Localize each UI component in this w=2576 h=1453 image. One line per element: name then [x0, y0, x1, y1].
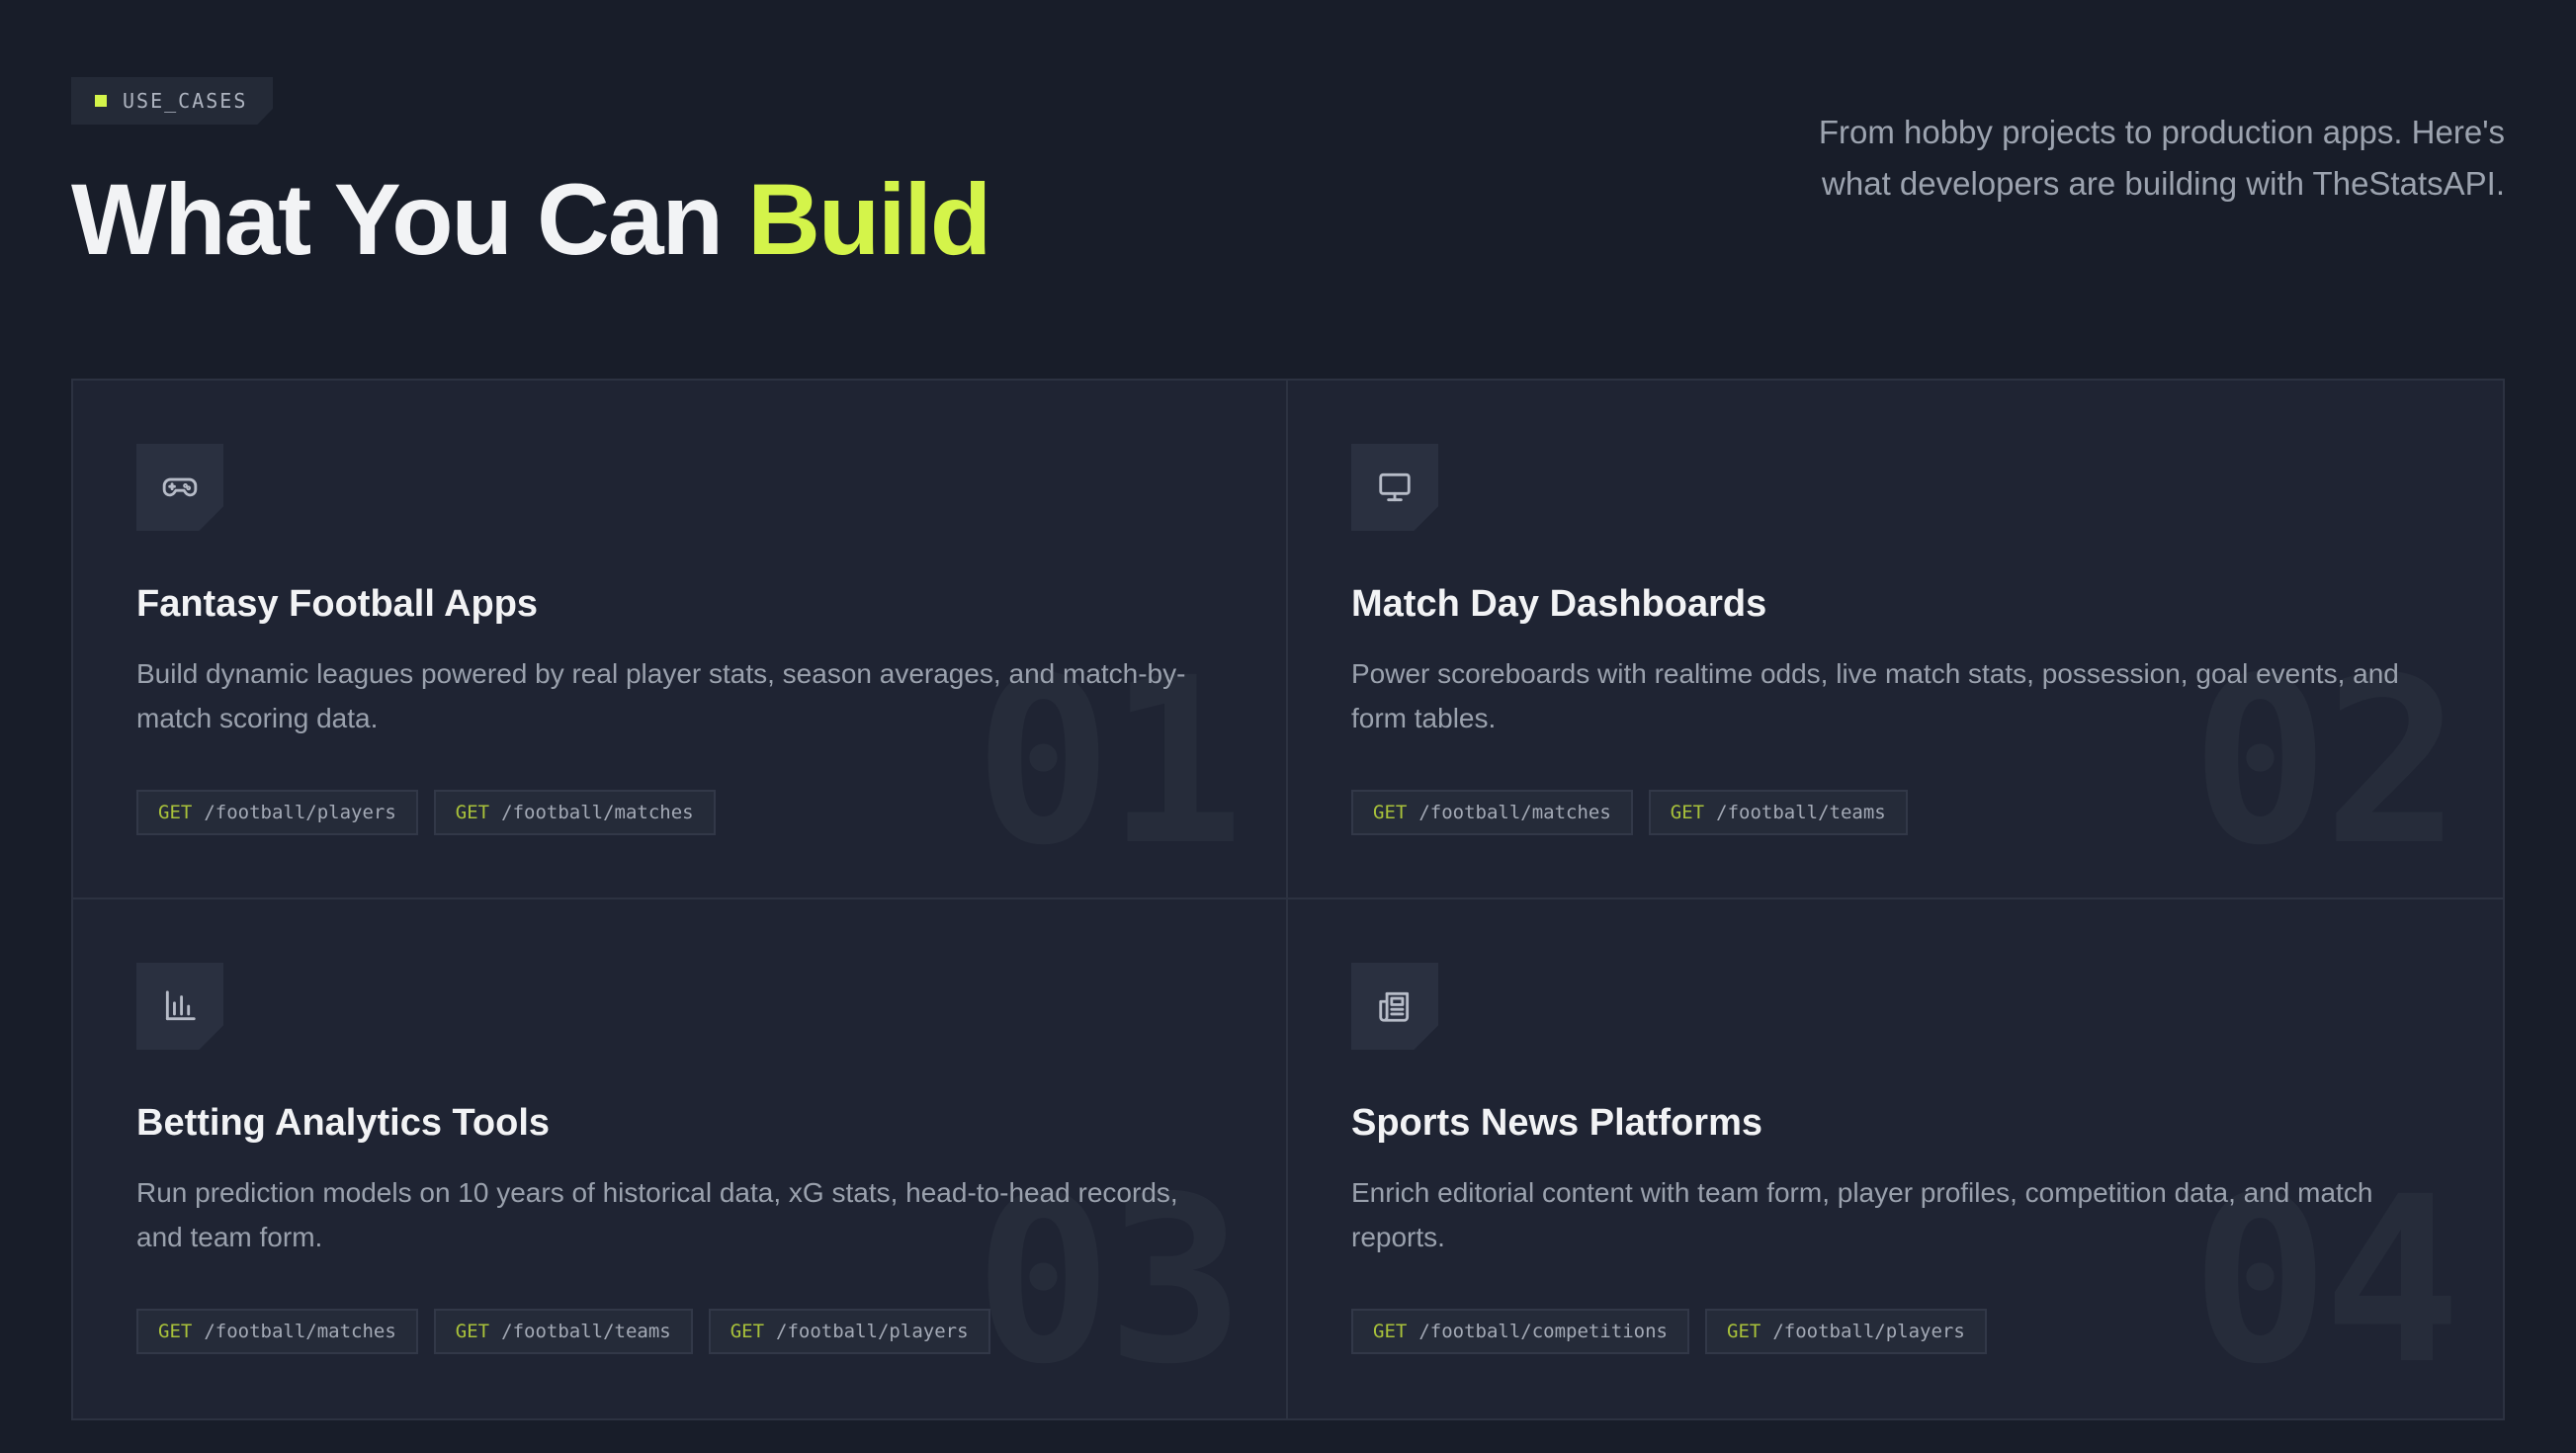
endpoint-path: /football/matches — [501, 801, 694, 823]
endpoint-chip[interactable]: GET/football/matches — [1351, 789, 1633, 835]
endpoint-list: GET/football/players GET/football/matche… — [136, 789, 1223, 835]
card-description: Build dynamic leagues powered by real pl… — [136, 657, 1186, 733]
endpoint-chip[interactable]: GET/football/teams — [433, 1308, 693, 1354]
use-case-card: 03 Betting Analytics Tools Run predictio… — [73, 899, 1288, 1418]
section-tag: USE_CASES — [71, 77, 273, 125]
endpoint-chip[interactable]: GET/football/players — [708, 1308, 990, 1354]
card-title: Betting Analytics Tools — [136, 1102, 551, 1144]
section-header: USE_CASES What You Can Build From hobby … — [71, 77, 2505, 304]
endpoint-method: GET — [455, 801, 490, 823]
page-subtitle: From hobby projects to production apps. … — [1818, 114, 2505, 202]
endpoint-method: GET — [730, 1320, 765, 1342]
endpoint-method: GET — [158, 1320, 193, 1342]
card-title: Match Day Dashboards — [1351, 583, 1767, 625]
endpoint-method: GET — [455, 1320, 490, 1342]
page-title: What You Can Build — [71, 163, 991, 276]
endpoint-chip[interactable]: GET/football/players — [1705, 1308, 1987, 1354]
endpoint-path: /football/teams — [501, 1320, 671, 1342]
endpoint-path: /football/teams — [1716, 801, 1886, 823]
endpoint-path: /football/players — [776, 1320, 969, 1342]
endpoint-path: /football/matches — [1418, 801, 1611, 823]
card-description: Power scoreboards with realtime odds, li… — [1351, 657, 2399, 733]
card-description: Enrich editorial content with team form,… — [1351, 1176, 2373, 1252]
endpoint-chip[interactable]: GET/football/players — [136, 789, 418, 835]
endpoint-list: GET/football/competitions GET/football/p… — [1351, 1308, 2440, 1354]
endpoint-path: /football/players — [204, 801, 396, 823]
card-title: Fantasy Football Apps — [136, 583, 539, 625]
use-case-card: 01 Fantasy Football Apps Build dynamic l… — [73, 381, 1288, 899]
tag-label: USE_CASES — [123, 89, 248, 113]
card-title: Sports News Platforms — [1351, 1102, 1762, 1144]
use-case-grid: 01 Fantasy Football Apps Build dynamic l… — [71, 379, 2505, 1420]
use-case-card: 04 Sports News Platforms Enrich editoria… — [1288, 899, 2503, 1418]
endpoint-path: /football/competitions — [1418, 1320, 1668, 1342]
gamepad-icon — [136, 444, 223, 531]
title-main: What You Can — [71, 163, 748, 276]
endpoint-list: GET/football/matches GET/football/teams — [1351, 789, 2440, 835]
endpoint-chip[interactable]: GET/football/teams — [1648, 789, 1908, 835]
endpoint-chip[interactable]: GET/football/matches — [136, 1308, 418, 1354]
title-accent: Build — [747, 163, 991, 276]
endpoint-method: GET — [1670, 801, 1705, 823]
card-description: Run prediction models on 10 years of his… — [136, 1176, 1178, 1252]
endpoint-method: GET — [1373, 1320, 1408, 1342]
use-case-card: 02 Match Day Dashboards Power scoreboard… — [1288, 381, 2503, 899]
endpoint-method: GET — [1727, 1320, 1761, 1342]
bar-chart-icon — [136, 963, 223, 1050]
tag-square-icon — [95, 95, 107, 107]
endpoint-chip[interactable]: GET/football/competitions — [1351, 1308, 1689, 1354]
endpoint-method: GET — [1373, 801, 1408, 823]
endpoint-list: GET/football/matches GET/football/teams … — [136, 1308, 1223, 1354]
endpoint-path: /football/matches — [204, 1320, 396, 1342]
monitor-icon — [1351, 444, 1438, 531]
endpoint-chip[interactable]: GET/football/matches — [433, 789, 716, 835]
endpoint-path: /football/players — [1772, 1320, 1965, 1342]
newspaper-icon — [1351, 963, 1438, 1050]
endpoint-method: GET — [158, 801, 193, 823]
